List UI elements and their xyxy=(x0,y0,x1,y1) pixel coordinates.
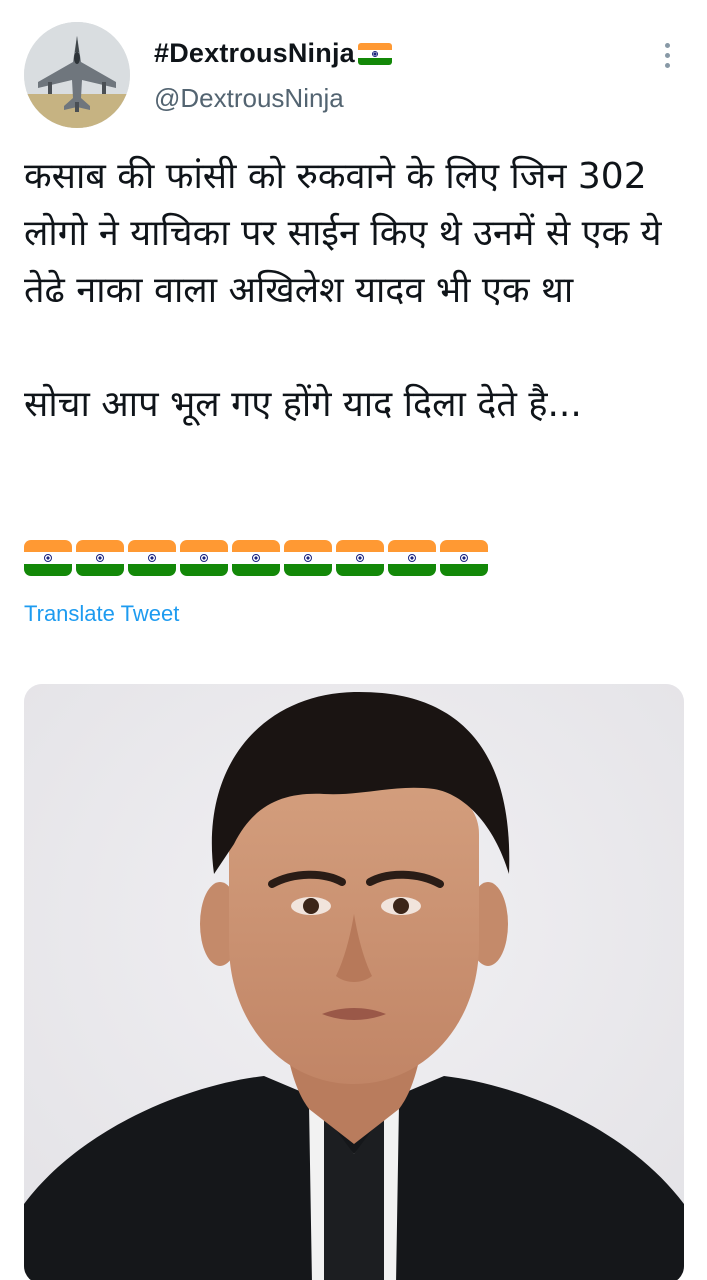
display-name[interactable]: #DextrousNinja xyxy=(154,38,355,69)
handle[interactable]: @DextrousNinja xyxy=(154,83,344,114)
flag-emoji-row xyxy=(24,540,488,576)
india-flag-icon xyxy=(284,540,332,576)
india-flag-icon xyxy=(232,540,280,576)
india-flag-icon xyxy=(24,540,72,576)
more-vertical-icon[interactable] xyxy=(655,38,679,72)
india-flag-icon xyxy=(76,540,124,576)
india-flag-icon xyxy=(128,540,176,576)
india-flag-icon xyxy=(336,540,384,576)
india-flag-icon xyxy=(388,540,436,576)
translate-tweet-link[interactable]: Translate Tweet xyxy=(24,601,179,627)
author-name-row[interactable]: #DextrousNinja xyxy=(154,38,392,69)
avatar[interactable] xyxy=(24,22,130,128)
india-flag-icon xyxy=(357,42,392,65)
india-flag-icon xyxy=(440,540,488,576)
tweet-text: कसाब की फांसी को रुकवाने के लिए जिन 302 … xyxy=(24,156,662,425)
tweet-photo[interactable] xyxy=(24,684,684,1280)
india-flag-icon xyxy=(180,540,228,576)
